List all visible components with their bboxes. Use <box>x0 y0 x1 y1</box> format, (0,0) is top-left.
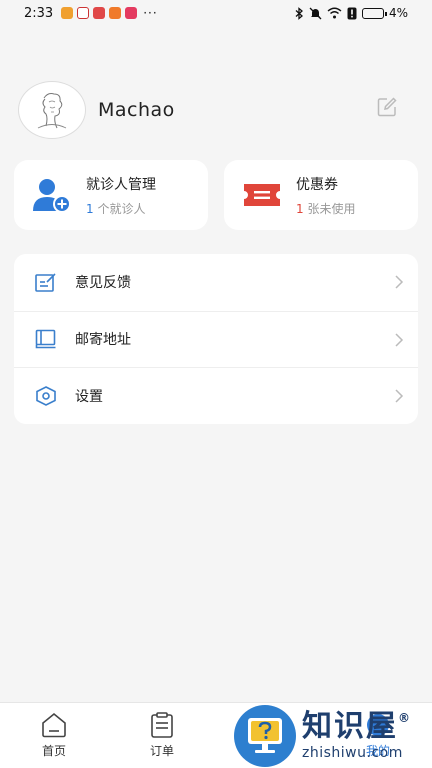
profile-header: Machao <box>18 80 414 140</box>
patient-card-subtitle: 1 个就诊人 <box>86 200 156 217</box>
patient-count: 1 <box>86 201 94 216</box>
watermark-chinese-text: 知识屋 <box>302 709 398 744</box>
menu-item-settings-label: 设置 <box>75 388 103 405</box>
username: Machao <box>98 99 175 121</box>
app-icon <box>125 7 138 19</box>
menu-item-mailing-address[interactable]: 邮寄地址 <box>14 310 418 368</box>
message-app-icon <box>61 7 74 19</box>
chevron-right-icon <box>395 275 404 289</box>
patient-count-label: 个就诊人 <box>97 201 146 216</box>
coupon-count-label: 张未使用 <box>307 201 356 216</box>
question-monitor-icon <box>234 705 296 767</box>
menu-item-feedback-label: 意见反馈 <box>75 275 131 292</box>
patient-management-card[interactable]: 就诊人管理 1 个就诊人 <box>14 160 208 230</box>
bluetooth-icon <box>295 6 303 20</box>
status-bar: 2:33 ··· 4% <box>0 0 432 26</box>
app-icon <box>77 7 90 19</box>
add-user-icon <box>30 173 74 217</box>
status-right: 4% <box>295 6 408 20</box>
order-clipboard-icon <box>148 711 176 739</box>
tab-orders[interactable]: 订单 <box>108 703 216 768</box>
avatar[interactable] <box>18 81 86 139</box>
coupon-card[interactable]: 优惠券 1 张未使用 <box>224 160 418 230</box>
battery-icon <box>361 7 387 19</box>
wifi-icon <box>327 7 342 19</box>
notification-icon <box>93 7 106 19</box>
mute-icon <box>309 7 322 19</box>
feedback-icon <box>34 270 58 294</box>
ticket-icon <box>240 173 284 217</box>
avatar-sketch-icon <box>37 93 67 129</box>
settings-menu: 意见反馈 邮寄地址 设置 <box>14 254 418 424</box>
watermark: 知识屋® zhishiwu.com <box>234 704 432 768</box>
edit-icon[interactable] <box>376 96 398 118</box>
status-time: 2:33 <box>24 5 54 21</box>
chevron-right-icon <box>395 389 404 403</box>
menu-item-mailing-address-label: 邮寄地址 <box>75 332 131 349</box>
tab-orders-label: 订单 <box>149 744 174 758</box>
status-left: 2:33 ··· <box>24 6 158 21</box>
home-icon <box>40 711 68 739</box>
alert-icon <box>347 7 357 19</box>
coupon-card-subtitle: 1 张未使用 <box>296 200 355 217</box>
watermark-chinese: 知识屋® <box>302 712 412 742</box>
watermark-latin: zhishiwu.com <box>302 745 403 761</box>
tab-home-label: 首页 <box>41 744 66 758</box>
coupon-count: 1 <box>296 201 304 216</box>
book-icon <box>34 327 58 351</box>
coupon-card-title: 优惠券 <box>296 176 338 193</box>
settings-icon <box>34 384 58 408</box>
patient-card-title: 就诊人管理 <box>86 176 156 193</box>
registered-mark: ® <box>398 711 412 725</box>
tab-home[interactable]: 首页 <box>0 703 108 768</box>
video-app-icon <box>109 7 122 19</box>
menu-item-feedback[interactable]: 意见反馈 <box>14 254 418 311</box>
menu-item-settings[interactable]: 设置 <box>14 367 418 424</box>
battery-percent: 4% <box>388 6 408 20</box>
more-notifications-icon: ··· <box>143 6 158 20</box>
chevron-right-icon <box>395 332 404 347</box>
